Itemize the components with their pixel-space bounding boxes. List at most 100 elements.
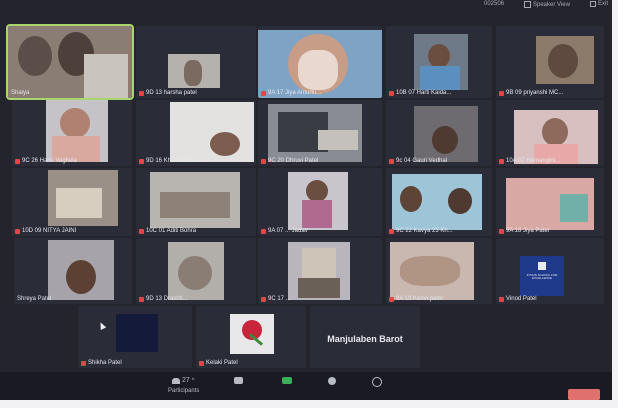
chat-button[interactable] <box>234 377 243 384</box>
exit-fullscreen-label: Exit <box>598 1 609 7</box>
participant-name: 9C 26 Harsi Vaghela <box>15 158 77 164</box>
participant-tile[interactable]: 9D 16 Khushi Shar... <box>136 100 256 166</box>
mute-icon <box>499 228 504 234</box>
participant-name: Shaiya <box>11 90 30 96</box>
participant-tile[interactable]: Kelaki Patel <box>196 306 306 368</box>
share-screen-icon <box>282 377 292 384</box>
participant-video <box>268 104 362 162</box>
participant-name: 9C 22 Kavya 23 Kh... <box>389 228 453 234</box>
participant-video <box>46 100 108 162</box>
participant-name: 9D 13 Drashti... <box>139 296 188 302</box>
participant-video <box>48 170 118 226</box>
participant-tile[interactable]: 9A 17 Jiya Anturtu... <box>258 26 382 98</box>
participant-video <box>150 172 240 228</box>
meeting-number: 002506 <box>484 1 505 7</box>
participant-name: 9A 18 Jiya Patel <box>499 228 549 234</box>
record-button[interactable] <box>328 377 336 385</box>
participant-name: Shikha Patel <box>81 360 122 366</box>
participant-name: 10A 07 Hemangini... <box>499 158 560 164</box>
participant-tile[interactable]: 9B 09 priyanshi MC... <box>496 26 604 98</box>
zoom-meeting-window: 002506 Speaker View Exit Shaiya 9D 13 ha… <box>0 0 612 400</box>
participant-name: 9C 17 ... <box>261 296 291 302</box>
participant-tile[interactable]: 10C 01 Aditi Bohra <box>136 168 256 236</box>
participant-video <box>258 30 382 98</box>
mute-icon <box>389 296 394 302</box>
participant-video <box>288 172 348 230</box>
participant-name: Shreya Patel <box>17 296 52 302</box>
mute-icon <box>261 228 266 234</box>
participant-tile[interactable]: 9D 13 harsha patel <box>136 26 256 98</box>
participant-tile[interactable]: 9A 07 ... Jadav <box>258 168 382 236</box>
grid-icon <box>524 1 531 8</box>
participant-tile[interactable]: 9C 17 ... <box>258 238 382 304</box>
participant-tile[interactable]: 9D 13 Drashti... <box>136 238 256 304</box>
mute-icon <box>389 90 394 96</box>
participant-video <box>288 242 350 300</box>
participant-video <box>506 178 594 230</box>
participant-name: 9B 09 priyanshi MC... <box>499 90 563 96</box>
participant-name: 9A 19 Kenvi patel <box>389 296 443 302</box>
participants-button[interactable]: 27 ^ <box>172 377 195 384</box>
participant-tile[interactable]: 10B 07 Harti Kaida... <box>386 26 492 98</box>
reactions-icon <box>372 377 382 387</box>
record-icon <box>328 377 336 385</box>
participant-name: 9A 17 Jiya Anturtu... <box>261 90 321 96</box>
participant-name: 10D 09 NITYA JAINI <box>15 228 76 234</box>
participant-name: 9D 16 Khushi Shar... <box>139 158 201 164</box>
school-logo-avatar: ZYDUS SCHOOL FOR EXCELLENCE <box>520 256 564 296</box>
chevron-up-icon: ^ <box>191 377 195 384</box>
participant-name: Kelaki Patel <box>199 360 238 366</box>
school-logo-text: ZYDUS SCHOOL FOR EXCELLENCE <box>526 273 558 280</box>
participants-count: 27 <box>182 377 190 384</box>
school-logo-icon <box>538 262 546 270</box>
participant-video <box>8 26 132 98</box>
mute-icon <box>499 158 504 164</box>
participant-video <box>414 34 468 90</box>
share-screen-button[interactable] <box>282 377 292 384</box>
participant-tile[interactable]: 9A 19 Kenvi patel <box>386 238 492 304</box>
mute-icon <box>389 228 394 234</box>
top-bar: 002506 Speaker View Exit <box>0 0 612 12</box>
participant-tile[interactable]: Shikha Patel <box>78 306 192 368</box>
mute-icon <box>139 296 144 302</box>
participant-tile[interactable]: 9C 26 Harsi Vaghela <box>12 100 132 166</box>
participant-video <box>536 36 594 84</box>
participant-name: 10B 07 Harti Kaida... <box>389 90 451 96</box>
mute-icon <box>499 90 504 96</box>
meeting-toolbar: 27 ^ Participants <box>0 372 612 400</box>
mute-icon <box>139 228 144 234</box>
end-meeting-button[interactable] <box>568 389 600 400</box>
participant-video <box>392 174 482 230</box>
participant-video <box>168 54 220 88</box>
participant-tile[interactable]: 9C 22 Kavya 23 Kh... <box>386 168 492 236</box>
mute-icon <box>81 360 86 366</box>
participant-tile[interactable]: 10D 09 NITYA JAINI <box>12 168 132 236</box>
participant-tile[interactable]: ZYDUS SCHOOL FOR EXCELLENCE Vinod Patel <box>496 238 604 304</box>
participant-tile[interactable]: 9A 18 Jiya Patel <box>496 168 604 236</box>
participant-video <box>116 314 158 352</box>
participant-tile[interactable]: 9C 20 Dhruvi Patel <box>258 100 382 166</box>
mute-icon <box>261 158 266 164</box>
mute-icon <box>261 296 266 302</box>
participant-name-display: Manjulaben Barot <box>327 334 403 344</box>
participant-name: Vinod Patel <box>499 296 537 302</box>
participant-tile[interactable]: 9c 04 Gauri Vedhal <box>386 100 492 166</box>
participant-name: 10C 01 Aditi Bohra <box>139 228 196 234</box>
view-toggle-label: Speaker View <box>533 1 570 8</box>
view-toggle-button[interactable]: Speaker View <box>524 1 570 8</box>
mute-icon <box>261 90 266 96</box>
participant-tile[interactable]: Shreya Patel <box>14 238 132 304</box>
participant-video <box>48 240 114 300</box>
participants-label: Participants <box>168 388 200 394</box>
participant-video <box>168 242 224 300</box>
exit-fullscreen-button[interactable]: Exit <box>590 1 608 7</box>
participant-tile[interactable]: 10A 07 Hemangini... <box>496 100 604 166</box>
reactions-button[interactable] <box>372 377 382 387</box>
participant-video <box>390 242 474 300</box>
mute-icon <box>389 158 394 164</box>
rose-avatar <box>230 314 274 354</box>
participant-tile[interactable]: Shaiya <box>6 24 134 100</box>
participant-tile[interactable]: Manjulaben Barot <box>310 306 420 368</box>
mute-icon <box>199 360 204 366</box>
participant-name: 9A 07 ... Jadav <box>261 228 308 234</box>
